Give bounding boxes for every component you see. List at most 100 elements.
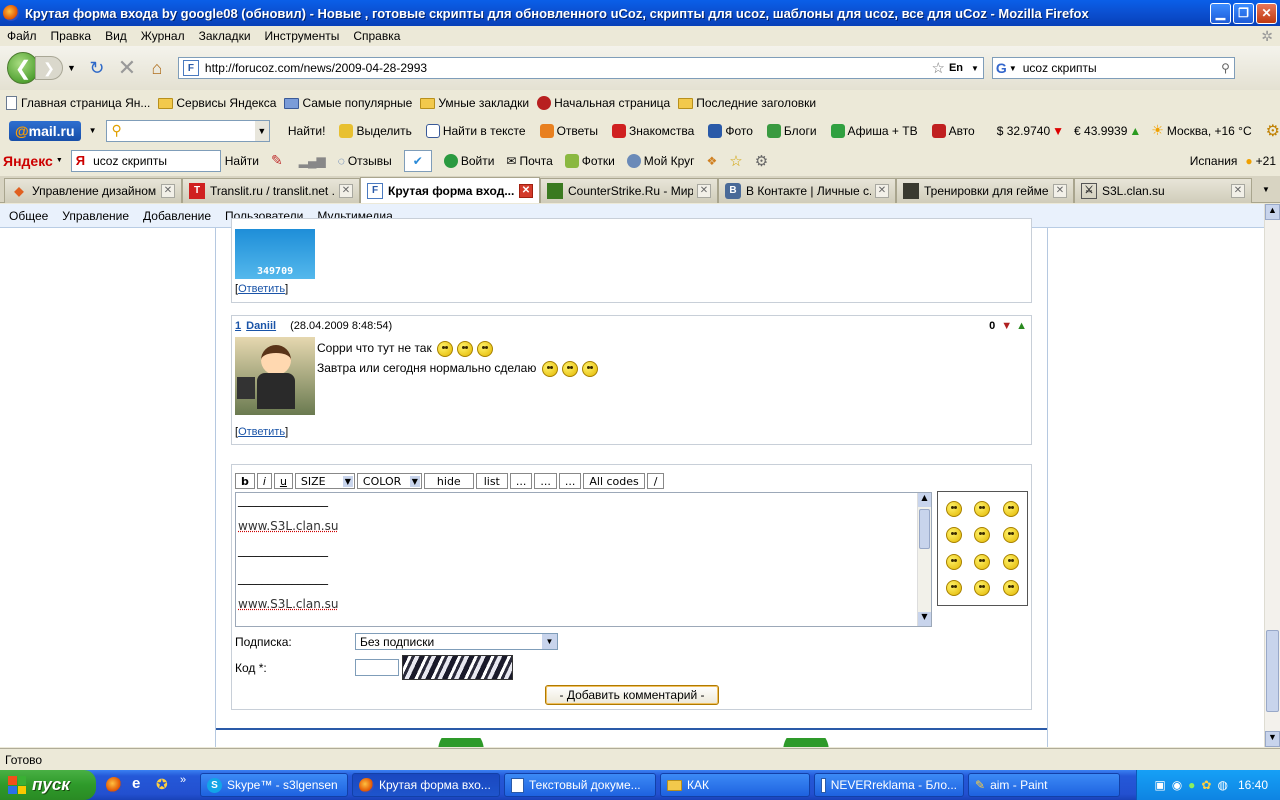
url-dropdown-icon[interactable]: ▼: [971, 64, 979, 73]
tab-close-button[interactable]: ✕: [519, 183, 533, 198]
mailru-answers-link[interactable]: Ответы: [539, 123, 598, 138]
url-bar[interactable]: F http://forucoz.com/news/2009-04-28-299…: [177, 57, 984, 79]
subscribe-select[interactable]: Без подписки ▼: [355, 633, 558, 650]
bold-button[interactable]: b: [235, 473, 255, 489]
quicklaunch-more-icon[interactable]: »: [180, 774, 186, 786]
hide-button[interactable]: hide: [423, 473, 474, 489]
underline-button[interactable]: u: [273, 473, 293, 489]
mailru-auto-link[interactable]: Авто: [931, 123, 975, 138]
tongue-smiley-icon[interactable]: [946, 579, 963, 596]
yandex-login-button[interactable]: Войти: [443, 153, 494, 168]
tab-list-dropdown-icon[interactable]: ▼: [1262, 185, 1270, 194]
yandex-search-input[interactable]: Я ucoz скрипты: [70, 149, 221, 172]
italic-button[interactable]: i: [256, 473, 272, 489]
yandex-region[interactable]: Испания: [1190, 154, 1238, 168]
menu-view[interactable]: Вид: [98, 29, 134, 43]
home-icon[interactable]: ⌂: [142, 58, 172, 79]
menu-edit[interactable]: Правка: [44, 29, 99, 43]
surprised-smiley-icon[interactable]: [1002, 553, 1019, 570]
tab-close-button[interactable]: ✕: [339, 183, 353, 198]
thumbs-down-icon[interactable]: ▼: [1001, 320, 1012, 332]
close-button[interactable]: ✕: [1256, 2, 1277, 24]
language-badge[interactable]: En: [949, 62, 963, 74]
cry-smiley-icon[interactable]: [974, 579, 991, 596]
scroll-up-icon[interactable]: ▲: [918, 493, 931, 507]
sly-smiley-icon[interactable]: [1002, 579, 1019, 596]
yandex-find-button[interactable]: Найти: [225, 154, 259, 168]
all-codes-button[interactable]: All codes: [583, 473, 645, 489]
signal-bars-icon[interactable]: ▂▄▆: [299, 154, 326, 168]
reload-icon[interactable]: ↻: [82, 58, 112, 79]
volume-tray-icon[interactable]: ◉: [1172, 778, 1182, 792]
task-firefox[interactable]: Крутая форма вхо...: [352, 773, 500, 797]
task-neverreklama[interactable]: NEVERreklama - Бло...: [814, 773, 964, 797]
mailru-settings-icon[interactable]: ⚙: [1266, 121, 1280, 141]
reply-link[interactable]: Ответить: [238, 426, 285, 438]
smile-smiley-icon[interactable]: [974, 553, 991, 570]
network-tray-icon[interactable]: ▣: [1154, 778, 1165, 792]
yandex-settings-icon[interactable]: ⚙: [755, 152, 768, 170]
ucoz-menu-management[interactable]: Управление: [53, 209, 134, 223]
reply-link[interactable]: Ответить: [238, 283, 285, 295]
tab-close-button[interactable]: ✕: [875, 183, 889, 198]
angry-smiley-icon[interactable]: [946, 501, 963, 518]
task-folder-kak[interactable]: КАК: [660, 773, 810, 797]
yandex-temperature[interactable]: +21: [1256, 154, 1276, 168]
scroll-down-icon[interactable]: ▼: [918, 612, 931, 626]
app-quicklaunch-icon[interactable]: ✪: [156, 776, 168, 793]
extra-button-2[interactable]: ...: [534, 473, 557, 489]
stop-icon[interactable]: ✕: [112, 55, 142, 81]
task-text-document[interactable]: Текстовый докуме...: [504, 773, 656, 797]
thumbs-up-icon[interactable]: ▲: [1016, 320, 1027, 332]
task-skype[interactable]: S Skype™ - s3lgensen: [200, 773, 348, 797]
bookmark-most-popular[interactable]: Самые популярные: [284, 96, 412, 110]
mailru-search-dropdown-icon[interactable]: ▼: [254, 120, 269, 141]
tab-counterstrike[interactable]: CounterStrike.Ru - Мир ... ✕: [540, 177, 718, 203]
scroll-thumb[interactable]: [919, 509, 930, 549]
comment-number[interactable]: 1: [235, 320, 241, 332]
minimize-button[interactable]: ▁: [1210, 2, 1231, 24]
ie-quicklaunch-icon[interactable]: e: [132, 775, 140, 792]
cool-smiley-icon[interactable]: [1002, 501, 1019, 518]
menu-bookmarks[interactable]: Закладки: [192, 29, 258, 43]
size-select[interactable]: SIZE ▼: [294, 473, 355, 489]
yandex-menu-dropdown-icon[interactable]: ▼: [56, 157, 63, 164]
mailru-highlight-button[interactable]: Выделить: [339, 123, 412, 138]
page-scroll-thumb[interactable]: [1266, 630, 1279, 712]
scroll-down-icon[interactable]: ▼: [1265, 731, 1280, 747]
extra-button-1[interactable]: ...: [509, 473, 533, 489]
ucoz-menu-add[interactable]: Добавление: [134, 209, 216, 223]
forward-button[interactable]: ❯: [35, 56, 63, 80]
skype-tray-icon[interactable]: ●: [1188, 778, 1195, 792]
list-button[interactable]: list: [475, 473, 508, 489]
extra-button-3[interactable]: ...: [558, 473, 582, 489]
laugh-smiley-icon[interactable]: [974, 501, 991, 518]
tab-close-button[interactable]: ✕: [161, 183, 175, 198]
clock[interactable]: 16:40: [1238, 778, 1268, 792]
tab-close-button[interactable]: ✕: [697, 183, 711, 198]
yandex-photos-button[interactable]: Фотки: [564, 153, 615, 168]
start-button[interactable]: пуск: [0, 770, 96, 800]
yandex-extra-icon[interactable]: ❖: [707, 154, 718, 168]
mailru-find-button[interactable]: Найти!: [288, 124, 326, 138]
textarea-scrollbar[interactable]: ▲ ▼: [917, 493, 931, 626]
bookmark-start-page[interactable]: Начальная страница: [537, 96, 670, 110]
bookmark-smart[interactable]: Умные закладки: [420, 96, 529, 110]
page-scrollbar[interactable]: ▲ ▼: [1264, 204, 1280, 747]
maximize-button[interactable]: ❐: [1233, 2, 1254, 24]
tab-design-management[interactable]: ◆ Управление дизайном ... ✕: [4, 177, 182, 203]
weather-widget[interactable]: ☀ Москва, +16 °C: [1151, 122, 1251, 139]
bookmark-yandex-services[interactable]: Сервисы Яндекса: [158, 96, 276, 110]
close-tags-button[interactable]: /: [646, 473, 665, 489]
happy-smiley-icon[interactable]: [1002, 527, 1019, 544]
firefox-quicklaunch-icon[interactable]: [106, 777, 122, 793]
sad-smiley-icon[interactable]: [946, 553, 963, 570]
menu-tools[interactable]: Инструменты: [258, 29, 347, 43]
ucoz-menu-general[interactable]: Общее: [0, 209, 53, 223]
search-input[interactable]: ucoz скрипты: [1023, 61, 1221, 75]
tab-gamer-training[interactable]: Тренировки для гейме... ✕: [896, 177, 1074, 203]
search-engine-dropdown-icon[interactable]: ▼: [1009, 64, 1017, 73]
tab-login-form[interactable]: F Крутая форма вход... ✕: [360, 177, 540, 203]
captcha-input[interactable]: [355, 659, 399, 676]
mailru-afisha-link[interactable]: Афиша + ТВ: [830, 123, 918, 138]
